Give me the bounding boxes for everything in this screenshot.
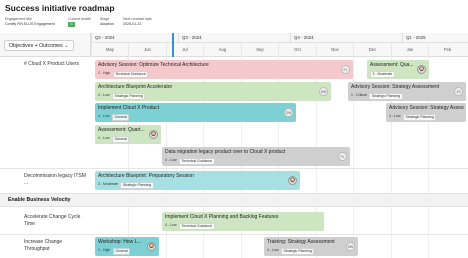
priority-label: 4 - Low bbox=[98, 136, 110, 140]
roadmap-bar[interactable]: Training: Strategy Assessment 4 - Low Str… bbox=[264, 237, 358, 256]
month-label: Oct bbox=[278, 43, 316, 57]
month-label: May bbox=[91, 43, 128, 57]
chevron-down-icon: ⌄ bbox=[64, 43, 69, 49]
meta-value: Contify FIN ELUS Engagement bbox=[5, 22, 55, 26]
lane-divider bbox=[0, 234, 468, 235]
section-header[interactable]: Enable Business Velocity bbox=[0, 193, 468, 207]
avatar: JS bbox=[454, 87, 463, 96]
roadmap-bar[interactable]: Data migration legacy product over to Cl… bbox=[162, 147, 350, 166]
priority-label: 3 - Moderate bbox=[98, 182, 118, 186]
bar-title: Assessment: Quart... bbox=[98, 127, 145, 133]
roadmap-bar[interactable]: Architecture Blueprint Accelerator 4 - L… bbox=[95, 82, 331, 101]
month-label: Feb bbox=[428, 43, 466, 57]
roadmap-bar[interactable]: Workshop: How L... 2 - High General bbox=[95, 237, 159, 256]
quarter-row: Q2 - 2024 Q3 - 2024 Q4 - 2024 Q1 - 2025 bbox=[91, 33, 468, 43]
category-tag: Strategic Planning bbox=[402, 114, 437, 121]
bar-title: Implement Cloud X Product bbox=[98, 105, 160, 111]
month-label: Dec bbox=[353, 43, 391, 57]
lane-label-cloud-users: # Cloud X Product Users bbox=[24, 61, 80, 67]
month-label: Jan bbox=[391, 43, 428, 57]
page-title: Success initiative roadmap bbox=[5, 3, 115, 13]
category-tag: Technical Guidance bbox=[112, 71, 149, 78]
meta-health: Current health G bbox=[68, 17, 91, 27]
health-badge: G bbox=[68, 22, 75, 27]
priority-label: 4 - Low bbox=[98, 93, 110, 97]
priority-label: 4 - Low bbox=[267, 248, 279, 252]
group-by-button[interactable]: Objectives + Outcomes ⌄ bbox=[4, 40, 74, 51]
section-title: Enable Business Velocity bbox=[8, 197, 71, 203]
month-row: May Jun Jul Aug Sep Oct Nov Dec Jan Feb bbox=[91, 43, 468, 57]
bar-title: Data migration legacy product over to Cl… bbox=[165, 149, 286, 155]
bar-title: Architecture Blueprint Accelerator bbox=[98, 84, 173, 90]
roadmap-bar[interactable]: Architecture Blueprint: Preparatory Sess… bbox=[95, 171, 300, 190]
avatar: SW bbox=[319, 87, 328, 96]
priority-label: 3 - Moderate bbox=[370, 71, 395, 78]
quarter-label: Q4 - 2024 bbox=[290, 33, 402, 43]
bar-title: Advisory Session: Optimize Technical Arc… bbox=[98, 62, 209, 68]
category-tag: Strategic Planning bbox=[280, 248, 315, 255]
bar-title: Assessment: Qua... bbox=[370, 62, 414, 68]
lane-label-decommission: Decommission legacy ITSM ... bbox=[24, 173, 86, 186]
meta-stage: Stage Adoption bbox=[100, 17, 114, 27]
category-tag: General bbox=[112, 248, 131, 255]
priority-label: 1 - Critical bbox=[351, 93, 367, 97]
lane-label-change-cycle: Accelerate Change Cycle Time bbox=[24, 214, 81, 227]
bar-title: Implement Cloud X Planning and Backlog F… bbox=[165, 214, 279, 220]
roadmap-bar[interactable]: Advisory Session: Strategy Assessm 4 - L… bbox=[386, 103, 466, 122]
timeline-header: Q2 - 2024 Q3 - 2024 Q4 - 2024 Q1 - 2025 … bbox=[91, 33, 468, 57]
today-marker bbox=[172, 33, 174, 57]
priority-label: 4 - Low bbox=[389, 114, 401, 118]
roadmap-bar[interactable]: Advisory Session: Strategy Assessment 1 … bbox=[348, 82, 466, 101]
avatar bbox=[417, 65, 426, 74]
lane-label-change-throughput: Increase Change Throughput bbox=[24, 239, 63, 252]
meta-value: Adoption bbox=[100, 22, 115, 26]
avatar: SW bbox=[346, 242, 355, 251]
quarter-label: Q1 - 2025 bbox=[402, 33, 468, 43]
roadmap-bar[interactable]: Implement Cloud X Product 4 - Low General… bbox=[95, 103, 296, 122]
month-label: Nov bbox=[316, 43, 353, 57]
priority-label: 2 - High bbox=[98, 71, 111, 75]
group-by-label: Objectives + Outcomes bbox=[9, 43, 63, 49]
roadmap-bar[interactable]: Assessment: Quart... 4 - Low General bbox=[95, 125, 161, 144]
quarter-label: Q3 - 2024 bbox=[178, 33, 290, 43]
lane-header: Objectives + Outcomes ⌄ bbox=[0, 33, 91, 57]
meta-renewal: Next renewal date 2025-01-31 bbox=[123, 17, 152, 27]
bar-title: Training: Strategy Assessment bbox=[267, 239, 335, 245]
category-tag: Technical Guidance bbox=[178, 223, 215, 230]
quarter-label: Q2 - 2024 bbox=[91, 33, 178, 43]
avatar: SW bbox=[284, 108, 293, 117]
month-label: Jun bbox=[128, 43, 166, 57]
roadmap-bar[interactable]: Advisory Session: Optimize Technical Arc… bbox=[95, 60, 353, 79]
roadmap-bar[interactable]: Assessment: Qua... 3 - Moderate bbox=[367, 60, 429, 79]
avatar bbox=[288, 176, 297, 185]
category-tag: General bbox=[111, 136, 130, 143]
roadmap-bar[interactable]: Implement Cloud X Planning and Backlog F… bbox=[162, 212, 324, 231]
category-tag: Strategic Planning bbox=[111, 93, 146, 100]
avatar: FL bbox=[341, 65, 350, 74]
priority-label: 2 - High bbox=[98, 248, 111, 252]
avatar bbox=[149, 130, 158, 139]
month-label: Sep bbox=[241, 43, 278, 57]
meta-value: 2025-01-31 bbox=[123, 22, 142, 26]
category-tag: Strategic Planning bbox=[120, 182, 154, 189]
bar-title: Workshop: How L... bbox=[98, 239, 142, 245]
priority-label: 4 - Low bbox=[98, 114, 110, 118]
priority-label: 4 - Low bbox=[165, 158, 177, 162]
category-tag: Strategic Planning bbox=[369, 93, 403, 100]
priority-label: 4 - Low bbox=[165, 223, 177, 227]
category-tag: Technical Guidance bbox=[178, 158, 215, 165]
lane-divider bbox=[0, 168, 468, 169]
bar-title: Advisory Session: Strategy Assessm bbox=[389, 105, 464, 111]
month-label: Aug bbox=[203, 43, 241, 57]
avatar: FL bbox=[338, 152, 347, 161]
category-tag: General bbox=[111, 114, 130, 121]
bar-title: Architecture Blueprint: Preparatory Sess… bbox=[98, 173, 194, 179]
meta-engagement: Engagement title Contify FIN ELUS Engage… bbox=[5, 17, 55, 27]
avatar bbox=[147, 242, 156, 251]
bar-title: Advisory Session: Strategy Assessment bbox=[351, 84, 440, 90]
